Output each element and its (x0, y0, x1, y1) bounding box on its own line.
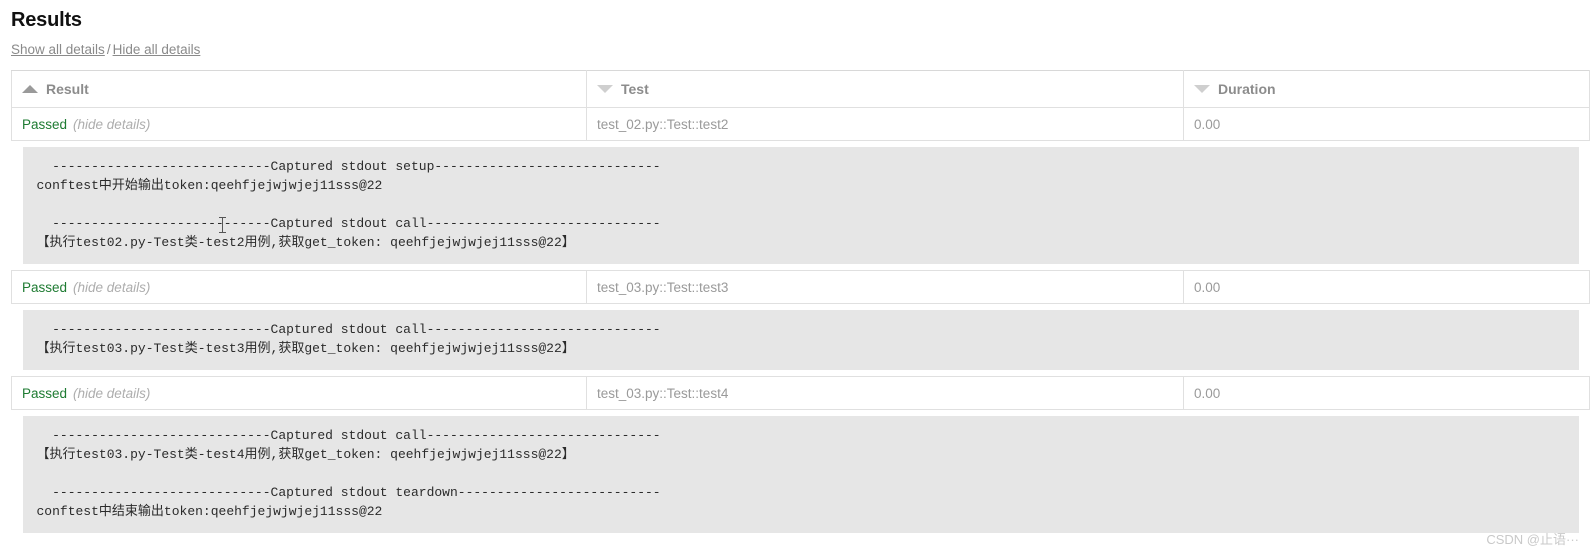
detail-cell: ----------------------------Captured std… (11, 140, 1590, 271)
test-name-cell: test_03.py::Test::test3 (586, 270, 1184, 304)
result-cell: Passed (hide details) (11, 376, 587, 410)
result-cell: Passed (hide details) (11, 107, 587, 141)
column-header-result-label: Result (46, 81, 89, 97)
detail-cell: ----------------------------Captured std… (11, 409, 1590, 539)
column-header-duration-label: Duration (1218, 81, 1276, 97)
captured-stdout-box: ----------------------------Captured std… (22, 416, 1579, 533)
detail-row: ----------------------------Captured std… (11, 303, 1590, 377)
results-table: Result Test Duration Passed (hide details… (11, 70, 1590, 539)
result-cell: Passed (hide details) (11, 270, 587, 304)
table-row: Passed (hide details) test_02.py::Test::t… (11, 107, 1590, 141)
triangle-down-icon (597, 85, 613, 93)
triangle-down-icon (1194, 85, 1210, 93)
column-header-test[interactable]: Test (586, 70, 1184, 108)
results-table-body: Passed (hide details) test_02.py::Test::t… (11, 107, 1590, 539)
duration-cell: 0.00 (1183, 376, 1590, 410)
captured-stdout-box: ----------------------------Captured std… (22, 310, 1579, 370)
duration-cell: 0.00 (1183, 107, 1590, 141)
status-badge: Passed (22, 116, 68, 132)
detail-row: ----------------------------Captured std… (11, 140, 1590, 271)
links-separator: / (106, 42, 111, 57)
table-row: Passed (hide details) test_03.py::Test::t… (11, 270, 1590, 304)
details-toggle-links: Show all details / Hide all details (11, 42, 1591, 58)
toggle-details-link[interactable]: (hide details) (67, 280, 150, 295)
page-title: Results (11, 9, 82, 31)
table-header-row: Result Test Duration (11, 70, 1590, 108)
table-row: Passed (hide details) test_03.py::Test::t… (11, 376, 1590, 410)
column-header-result[interactable]: Result (11, 70, 587, 108)
duration-cell: 0.00 (1183, 270, 1590, 304)
captured-stdout-text: ----------------------------Captured std… (36, 159, 661, 250)
column-header-test-label: Test (621, 81, 649, 97)
column-header-duration[interactable]: Duration (1183, 70, 1590, 108)
results-table-head: Result Test Duration (11, 70, 1590, 108)
toggle-details-link[interactable]: (hide details) (67, 117, 150, 132)
toggle-details-link[interactable]: (hide details) (67, 386, 150, 401)
detail-row: ----------------------------Captured std… (11, 409, 1590, 539)
test-name-cell: test_02.py::Test::test2 (586, 107, 1184, 141)
test-name-cell: test_03.py::Test::test4 (586, 376, 1184, 410)
detail-cell: ----------------------------Captured std… (11, 303, 1590, 377)
triangle-up-icon (22, 85, 38, 93)
hide-all-details-link[interactable]: Hide all details (113, 42, 201, 57)
captured-stdout-box: ----------------------------Captured std… (22, 147, 1579, 264)
show-all-details-link[interactable]: Show all details (11, 42, 105, 57)
captured-stdout-text: ----------------------------Captured std… (36, 428, 661, 519)
status-badge: Passed (22, 385, 68, 401)
status-badge: Passed (22, 279, 68, 295)
captured-stdout-text: ----------------------------Captured std… (36, 322, 661, 356)
